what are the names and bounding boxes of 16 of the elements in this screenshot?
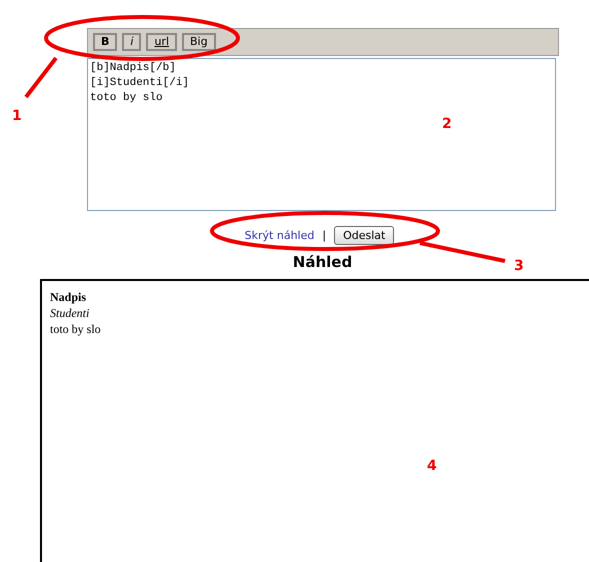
- annotation-number: 1: [12, 108, 22, 124]
- annotation-number: 2: [442, 116, 452, 132]
- preview-heading: Náhled: [292, 253, 352, 271]
- send-button[interactable]: Odeslat: [334, 226, 394, 244]
- preview-text: toto by slo: [50, 321, 101, 337]
- preview-text: Nadpis: [50, 289, 86, 305]
- italic-button[interactable]: i: [122, 33, 142, 51]
- separator: |: [322, 228, 326, 242]
- annotation-number: 3: [514, 258, 524, 274]
- leader-line: [24, 56, 58, 98]
- big-button[interactable]: Big: [182, 33, 216, 51]
- annotation-number: 4: [427, 458, 437, 474]
- url-button[interactable]: url: [146, 33, 178, 51]
- hide-preview-link[interactable]: Skrýt náhled: [244, 228, 314, 242]
- preview-text: Studenti: [50, 305, 90, 321]
- bold-button[interactable]: B: [93, 33, 118, 51]
